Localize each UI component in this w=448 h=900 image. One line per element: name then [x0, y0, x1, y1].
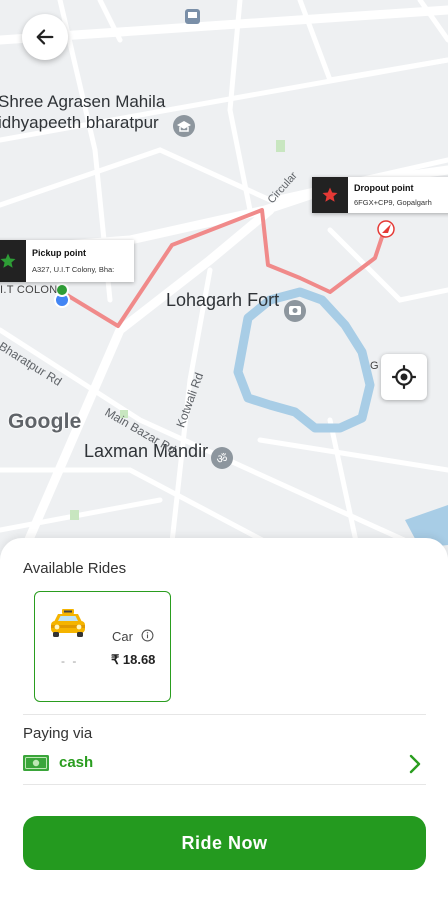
available-rides-title: Available Rides [23, 560, 127, 577]
ride-eta: - - [61, 654, 79, 668]
payment-method: cash [59, 754, 94, 771]
dropoff-title: Dropout point [354, 183, 414, 193]
taxi-car-icon [51, 609, 85, 637]
divider [23, 784, 426, 785]
back-button[interactable] [22, 14, 68, 60]
my-location-button[interactable] [381, 354, 427, 400]
place-label-school: Shree Agrasen Mahila idhyapeeth bharatpu… [0, 92, 166, 132]
my-location-icon [392, 365, 416, 389]
svg-text:ॐ: ॐ [217, 452, 228, 466]
google-attribution: Google [8, 410, 82, 433]
dropoff-star-icon [312, 177, 348, 213]
chevron-right-icon [409, 754, 421, 774]
ride-price: ₹ 18.68 [111, 652, 156, 667]
ride-name: Car [112, 629, 133, 644]
payment-method-row[interactable]: cash [23, 751, 426, 777]
pickup-marker-card[interactable]: Pickup point A327, U.I.T Colony, Bha: [0, 240, 134, 282]
place-label-temple: Laxman Mandir [84, 441, 209, 461]
dropoff-marker-card[interactable]: Dropout point 6FGX+CP9, Gopalgarh [312, 177, 448, 213]
pickup-title: Pickup point [32, 248, 86, 258]
divider [23, 714, 426, 715]
paying-via-label: Paying via [23, 725, 93, 742]
ride-now-button[interactable]: Ride Now [23, 816, 426, 870]
dropoff-address: 6FGX+CP9, Gopalgarh [354, 198, 432, 207]
place-label-uit: I.T COLON [0, 284, 58, 296]
map-view[interactable]: ॐ Shree Agrasen Mahila idhyapeeth bharat… [0, 0, 448, 560]
pickup-address: A327, U.I.T Colony, Bha: [32, 265, 115, 274]
ride-selection-sheet: Available Rides - - Car ₹ 18.68 Paying v… [0, 538, 448, 900]
cash-icon [23, 755, 49, 771]
arrow-left-icon [36, 29, 54, 45]
pickup-star-icon [0, 240, 26, 282]
info-icon[interactable] [141, 629, 154, 642]
ride-option-car[interactable]: - - Car ₹ 18.68 [34, 591, 171, 702]
place-label-fort: Lohagarh Fort [166, 290, 280, 310]
